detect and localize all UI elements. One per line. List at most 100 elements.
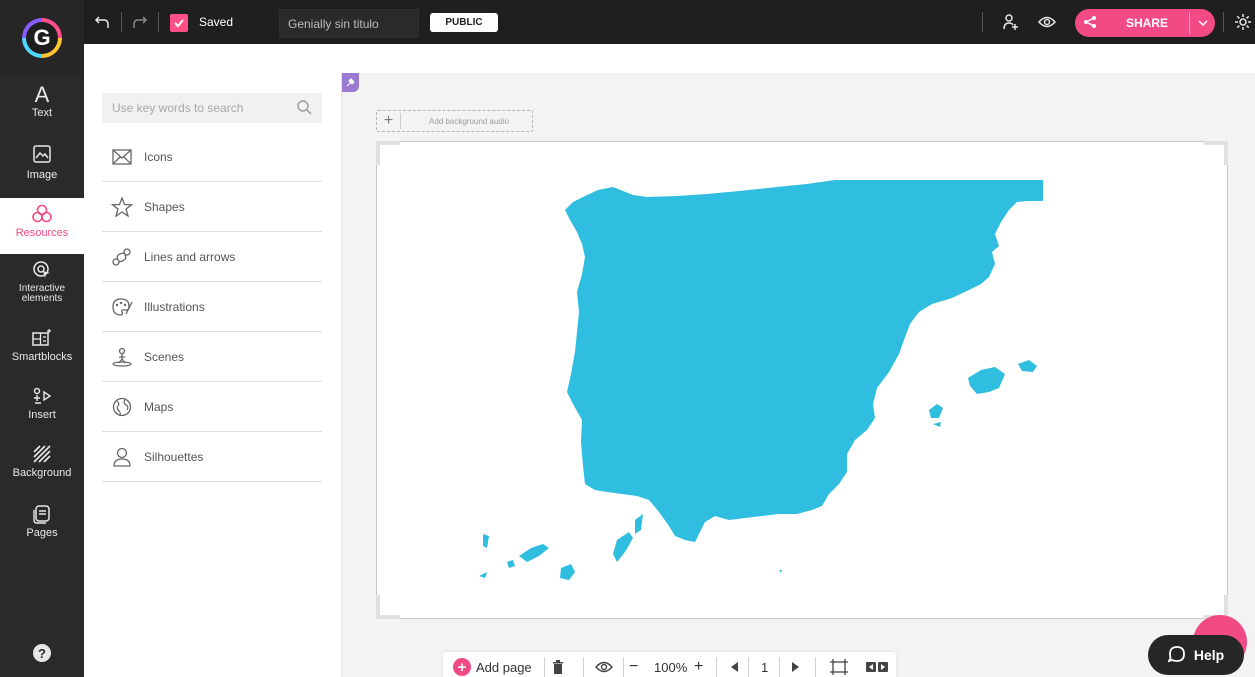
toolbar-divider: [544, 657, 545, 677]
gran-canaria-shape: [560, 564, 575, 580]
resource-item-lines-and-arrows[interactable]: Lines and arrows: [102, 232, 322, 282]
saved-check-icon: [170, 14, 188, 32]
scene-icon: [110, 346, 134, 368]
star-icon: [110, 196, 134, 218]
resources-panel: Icons Shapes Lines and arrows Illustrati…: [84, 73, 342, 677]
resource-item-icons[interactable]: Icons: [102, 132, 322, 182]
fit-canvas-button[interactable]: [830, 652, 848, 677]
lines-arrows-icon: [110, 246, 134, 268]
slide-canvas[interactable]: [376, 141, 1228, 619]
search-input[interactable]: [102, 93, 282, 123]
ceuta-melilla-shape: [779, 570, 782, 573]
plus-icon: +: [377, 113, 401, 129]
toolbar-divider: [982, 12, 983, 32]
text-icon: A: [34, 82, 50, 107]
chevron-down-icon[interactable]: [1189, 12, 1215, 34]
toolbar-divider: [748, 657, 749, 677]
formentera-shape: [933, 422, 941, 427]
la-palma-shape: [483, 534, 489, 548]
pin-icon: [346, 78, 355, 87]
mallorca-shape: [968, 367, 1005, 394]
iberian-peninsula-shape: [565, 180, 1043, 542]
sidebar-item-text[interactable]: A Text: [0, 84, 84, 134]
help-button[interactable]: Help: [1148, 635, 1244, 675]
title-input[interactable]: Genially sin titulo: [279, 9, 419, 38]
envelope-icon: [110, 146, 134, 168]
eye-icon: [1038, 16, 1056, 28]
search-icon[interactable]: [297, 100, 312, 120]
sidebar-item-insert[interactable]: Insert: [0, 386, 84, 436]
toolbar-divider: [716, 657, 717, 677]
top-strip: [84, 44, 1255, 73]
page-number: 1: [761, 659, 769, 675]
top-bar: Saved Genially sin titulo PUBLIC SHARE: [0, 0, 1255, 44]
el-hierro-shape: [479, 572, 487, 578]
preview-page-button[interactable]: [595, 652, 613, 677]
smartblocks-icon: [0, 328, 84, 350]
sidebar-item-pages[interactable]: Pages: [0, 504, 84, 554]
gear-icon: [1235, 14, 1251, 30]
add-page-button[interactable]: + Add page: [453, 652, 532, 677]
share-button[interactable]: SHARE: [1075, 9, 1215, 37]
eye-icon: [595, 661, 613, 673]
toolbar-divider: [583, 657, 584, 677]
triangle-right-icon: [792, 662, 799, 672]
resources-icon: [0, 204, 84, 226]
next-page-button[interactable]: [791, 652, 799, 677]
genially-logo[interactable]: G: [0, 0, 84, 76]
arrows-expand-icon: [866, 662, 888, 672]
redo-button[interactable]: [128, 9, 152, 35]
pin-panel-button[interactable]: [342, 73, 359, 92]
redo-icon: [133, 16, 148, 28]
help-question-button[interactable]: ?: [33, 644, 51, 662]
search-box: [102, 93, 322, 123]
triangle-left-icon: [731, 662, 738, 672]
sidebar-item-background[interactable]: Background: [0, 444, 84, 494]
toolbar-divider: [779, 657, 780, 677]
insert-icon: [0, 386, 84, 408]
settings-button[interactable]: [1231, 9, 1255, 35]
zoom-in-button[interactable]: +: [694, 652, 703, 677]
zoom-level: 100%: [654, 659, 688, 675]
resource-item-illustrations[interactable]: Illustrations: [102, 282, 322, 332]
sidebar-item-resources[interactable]: Resources: [0, 198, 84, 254]
sidebar-item-image[interactable]: Image: [0, 144, 84, 194]
palette-icon: [110, 296, 134, 318]
resource-item-scenes[interactable]: Scenes: [102, 332, 322, 382]
resource-item-shapes[interactable]: Shapes: [102, 182, 322, 232]
share-label: SHARE: [1125, 16, 1168, 30]
toolbar-divider: [158, 12, 159, 32]
previous-page-button[interactable]: [731, 652, 739, 677]
toolbar-divider: [121, 12, 122, 32]
resource-item-silhouettes[interactable]: Silhouettes: [102, 432, 322, 482]
ibiza-shape: [929, 404, 943, 418]
plus-circle-icon: +: [453, 658, 471, 676]
saved-status: Saved: [199, 15, 234, 29]
globe-icon: [110, 396, 134, 418]
la-gomera-shape: [507, 560, 515, 568]
zoom-out-button[interactable]: −: [629, 652, 638, 677]
toolbar-divider: [815, 657, 816, 677]
fuerteventura-shape: [613, 532, 633, 562]
background-icon: [0, 444, 84, 466]
interactive-icon: [0, 260, 84, 282]
expand-view-button[interactable]: [866, 652, 888, 677]
undo-button[interactable]: [90, 9, 114, 35]
spain-map[interactable]: [377, 142, 1229, 620]
tenerife-shape: [519, 544, 549, 562]
left-sidebar: A Text Image Resources Interactive eleme…: [0, 76, 84, 677]
public-button[interactable]: PUBLIC: [430, 13, 498, 32]
add-collaborator-button[interactable]: [998, 9, 1024, 35]
bottom-toolbar: + Add page − 100% + 1: [443, 652, 896, 677]
delete-page-button[interactable]: [552, 652, 564, 677]
resource-item-maps[interactable]: Maps: [102, 382, 322, 432]
add-background-audio-button[interactable]: + Add background audio: [376, 110, 533, 132]
chat-icon: [1167, 645, 1186, 666]
preview-button[interactable]: [1034, 9, 1060, 35]
sidebar-item-interactive-elements[interactable]: Interactive elements: [0, 260, 84, 316]
pages-icon: [0, 504, 84, 526]
sidebar-item-smartblocks[interactable]: Smartblocks: [0, 328, 84, 378]
menorca-shape: [1018, 360, 1037, 372]
toolbar-divider: [1223, 12, 1224, 32]
image-icon: [0, 144, 84, 166]
